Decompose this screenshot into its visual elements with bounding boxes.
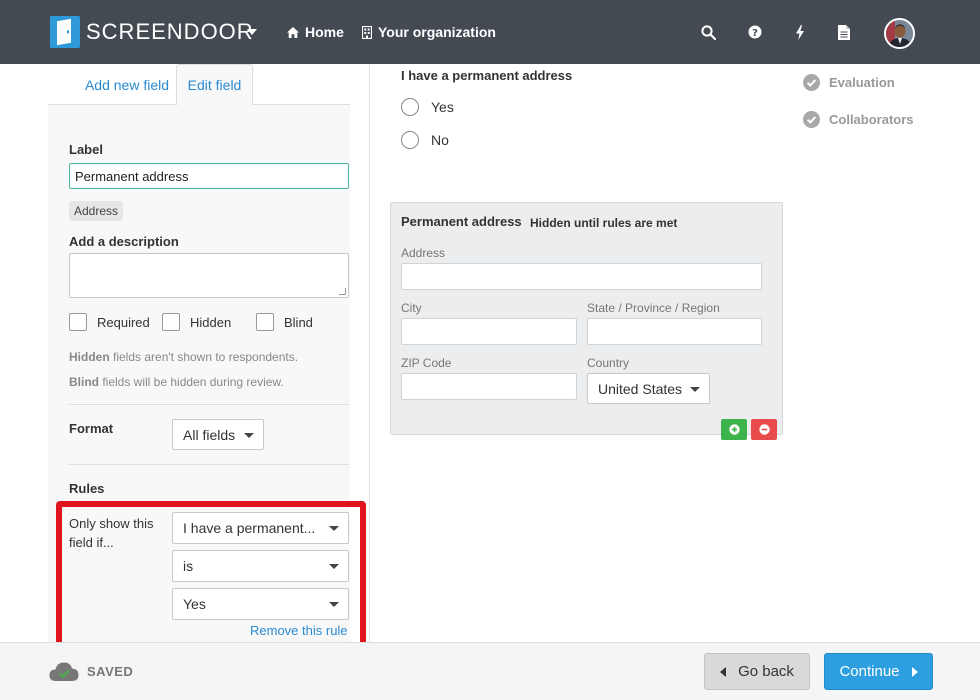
description-textarea[interactable]	[69, 253, 349, 298]
search-icon[interactable]	[698, 22, 718, 42]
step-collaborators-label: Collaborators	[829, 112, 914, 127]
avatar[interactable]	[884, 18, 915, 49]
chevron-down-icon	[329, 564, 339, 569]
state-label: State / Province / Region	[587, 301, 720, 315]
country-label: Country	[587, 356, 630, 370]
nav-organization-label: Your organization	[378, 24, 496, 40]
option-no-label: No	[431, 132, 449, 148]
remove-field-button[interactable]	[751, 419, 777, 440]
tab-edit-field[interactable]: Edit field	[176, 64, 253, 106]
hidden-help-text: Hidden fields aren't shown to respondent…	[69, 350, 299, 364]
check-circle-icon	[803, 74, 820, 91]
nav-home[interactable]: Home	[287, 24, 344, 40]
chevron-down-icon	[329, 602, 339, 607]
divider	[69, 404, 349, 405]
country-select-value: United States	[598, 380, 683, 397]
radio-yes[interactable]	[401, 98, 419, 116]
label-input[interactable]	[69, 163, 349, 189]
remove-rule-link[interactable]: Remove this rule	[250, 623, 348, 638]
step-evaluation-label: Evaluation	[829, 75, 895, 90]
chevron-down-icon[interactable]	[247, 29, 257, 35]
nav-your-organization[interactable]: Your organization	[362, 24, 496, 40]
rule-operator-value: is	[183, 558, 194, 574]
rule-condition-field-value: I have a permanent...	[183, 520, 316, 536]
blind-checkbox[interactable]	[256, 313, 274, 331]
bolt-icon[interactable]	[790, 22, 810, 42]
hidden-label: Hidden	[190, 314, 232, 330]
chevron-down-icon	[690, 386, 700, 392]
blind-option[interactable]: Blind	[256, 313, 313, 331]
radio-no[interactable]	[401, 131, 419, 149]
help-icon[interactable]: ?	[745, 22, 765, 42]
check-circle-icon	[803, 111, 820, 128]
format-heading: Format	[69, 421, 114, 436]
address-card-subtitle: Hidden until rules are met	[530, 216, 678, 230]
description-heading: Add a description	[69, 234, 179, 249]
format-select-value: All fields	[183, 426, 236, 443]
hidden-checkbox[interactable]	[162, 313, 180, 331]
address-label: Address	[401, 246, 446, 260]
blind-help-text: Blind fields will be hidden during revie…	[69, 375, 284, 389]
city-label: City	[401, 301, 422, 315]
minus-circle-icon	[758, 424, 770, 435]
continue-button[interactable]: Continue	[824, 653, 933, 690]
plus-circle-icon	[728, 424, 740, 435]
zip-label: ZIP Code	[401, 356, 452, 370]
tab-add-new-field[interactable]: Add new field	[65, 64, 189, 105]
rule-prefix-text: Only show this field if...	[69, 516, 154, 550]
go-back-label: Go back	[738, 663, 794, 680]
saved-label: SAVED	[87, 663, 134, 679]
nav-home-label: Home	[305, 24, 344, 40]
step-evaluation[interactable]: Evaluation	[803, 74, 895, 91]
divider	[69, 464, 349, 465]
rules-heading: Rules	[69, 481, 105, 496]
rule-operator-select[interactable]: is	[172, 550, 349, 582]
rule-value-select[interactable]: Yes	[172, 588, 349, 620]
logo-icon[interactable]	[50, 16, 80, 48]
top-navbar: SCREENDOOR Home Your organization ?	[0, 0, 980, 64]
home-icon	[287, 26, 299, 38]
cloud-check-icon	[49, 662, 79, 681]
chevron-down-icon	[244, 432, 254, 438]
saved-status: SAVED	[49, 660, 133, 682]
chevron-down-icon	[329, 526, 339, 531]
building-icon	[362, 25, 372, 39]
rule-value-value: Yes	[183, 596, 206, 612]
required-checkbox[interactable]	[69, 313, 87, 331]
step-collaborators[interactable]: Collaborators	[803, 111, 914, 128]
continue-label: Continue	[839, 663, 900, 680]
rule-condition-field-select[interactable]: I have a permanent...	[172, 512, 349, 544]
brand-name[interactable]: SCREENDOOR	[86, 19, 254, 45]
label-heading: Label	[69, 142, 103, 157]
hidden-option[interactable]: Hidden	[162, 313, 231, 331]
address-input[interactable]	[401, 263, 762, 290]
caret-left-icon	[720, 666, 727, 677]
required-option[interactable]: Required	[69, 313, 150, 331]
format-select[interactable]: All fields	[172, 419, 264, 450]
city-input[interactable]	[401, 318, 577, 345]
question-label: I have a permanent address	[401, 68, 573, 83]
option-yes-label: Yes	[431, 99, 454, 115]
document-icon[interactable]	[834, 22, 854, 42]
field-type-tag: Address	[69, 201, 124, 221]
svg-text:?: ?	[752, 28, 758, 39]
address-card-title: Permanent address	[401, 214, 522, 229]
option-no[interactable]: No	[401, 131, 449, 149]
blind-label: Blind	[284, 314, 313, 330]
caret-right-icon	[911, 666, 918, 677]
country-select[interactable]: United States	[587, 373, 710, 404]
sidebar-tabs: Add new field Edit field	[48, 64, 350, 106]
zip-input[interactable]	[401, 373, 577, 400]
add-field-button[interactable]	[721, 419, 747, 440]
state-input[interactable]	[587, 318, 762, 345]
option-yes[interactable]: Yes	[401, 98, 454, 116]
go-back-button[interactable]: Go back	[704, 653, 810, 690]
required-label: Required	[97, 314, 150, 330]
